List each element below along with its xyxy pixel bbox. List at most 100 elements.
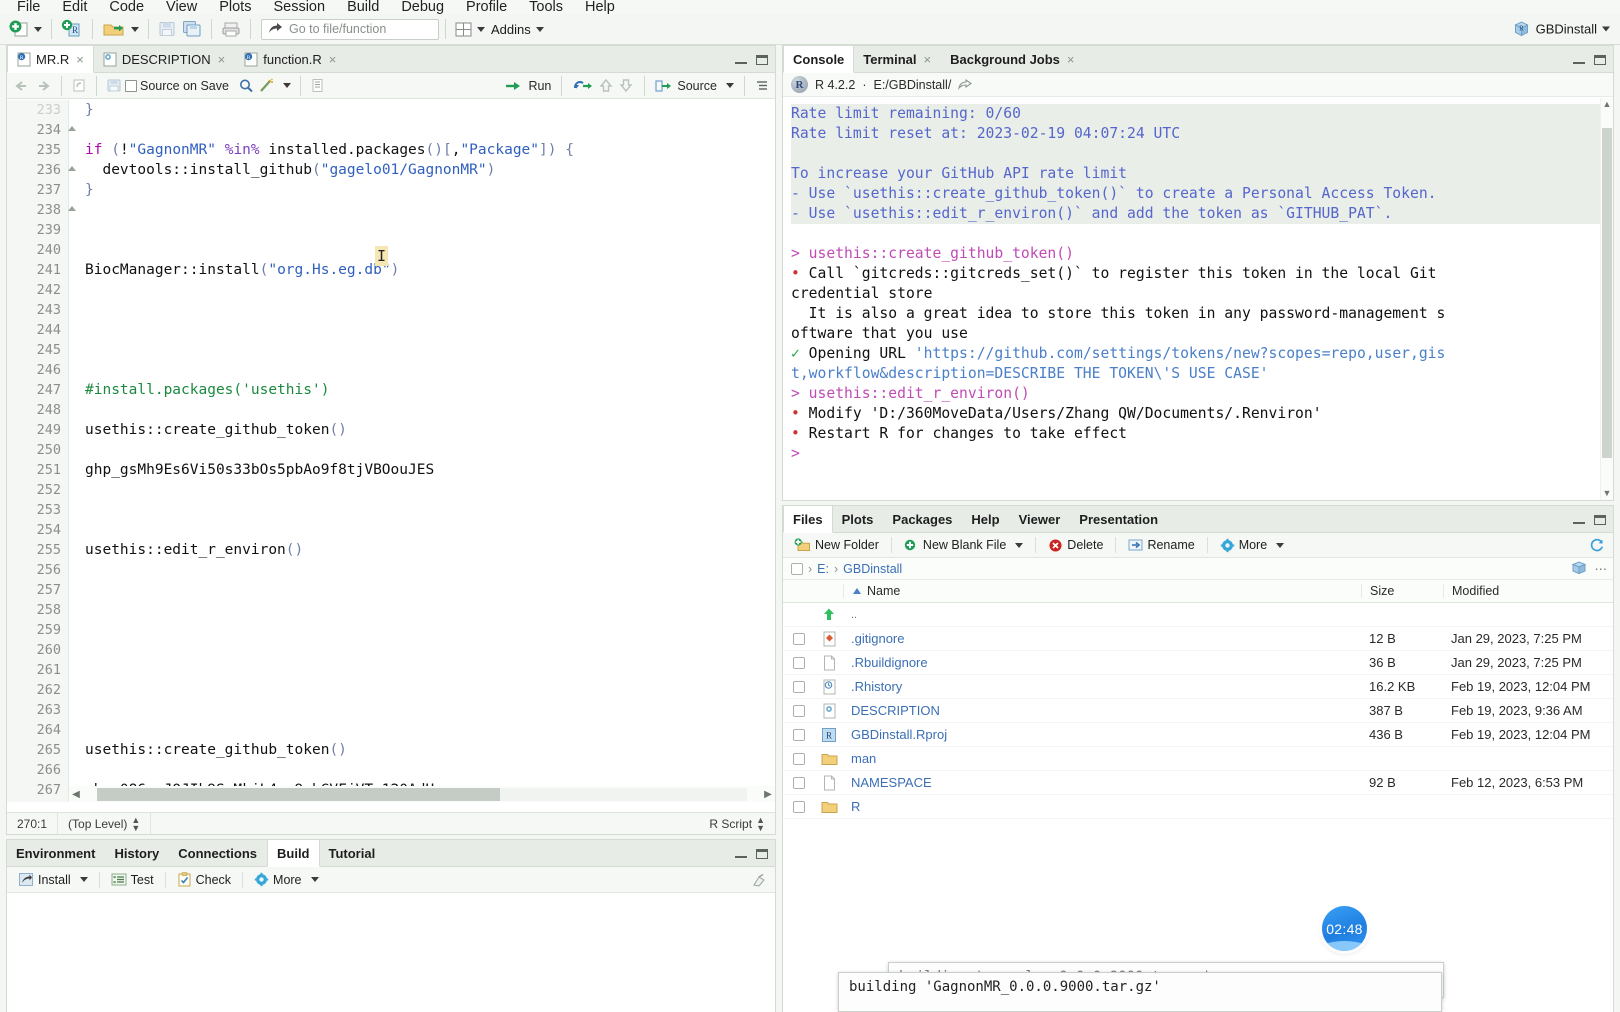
tab-close-icon[interactable]: × — [218, 52, 226, 67]
minimize-pane-button[interactable] — [734, 848, 748, 860]
rename-button[interactable]: Rename — [1123, 538, 1199, 552]
table-row[interactable]: man — [783, 747, 1613, 771]
file-name[interactable]: .Rhistory — [843, 679, 1361, 694]
addins-caret-icon[interactable] — [535, 26, 544, 32]
addins-button[interactable]: Addins — [488, 17, 547, 41]
code-line[interactable] — [85, 200, 775, 220]
row-checkbox[interactable] — [793, 752, 805, 765]
new-file-caret-icon[interactable] — [34, 26, 42, 32]
table-row[interactable]: .. — [783, 603, 1613, 627]
project-indicator[interactable]: R GBDinstall — [1513, 21, 1610, 38]
row-checkbox[interactable] — [793, 776, 805, 789]
tab-function-r[interactable]: R function.R × — [235, 46, 346, 72]
previous-chunk-icon[interactable] — [598, 78, 614, 93]
source-caret-icon[interactable] — [726, 83, 734, 88]
console-scroll-thumb[interactable] — [1602, 128, 1612, 458]
file-name[interactable]: .. — [843, 609, 1361, 621]
tab-plots[interactable]: Plots — [833, 506, 884, 532]
scroll-left-icon[interactable]: ◀ — [69, 789, 83, 800]
code-line[interactable] — [85, 680, 775, 700]
new-blank-file-button[interactable]: New Blank File — [899, 538, 1028, 553]
menu-item-profile[interactable]: Profile — [455, 0, 518, 14]
code-line[interactable] — [85, 580, 775, 600]
maximize-pane-button[interactable] — [755, 848, 769, 860]
row-checkbox[interactable] — [793, 656, 805, 669]
save-button[interactable] — [155, 17, 179, 41]
code-line[interactable] — [85, 640, 775, 660]
install-caret-icon[interactable] — [79, 877, 88, 882]
code-line[interactable]: #install.packages('usethis') — [85, 380, 775, 400]
code-line[interactable]: ghp_gsMh9Es6Vi50s33bOs5pbAo9f8tjVBOouJES — [85, 460, 775, 480]
code-line[interactable] — [85, 360, 775, 380]
minimize-pane-button[interactable] — [1572, 514, 1586, 526]
tab-tutorial[interactable]: Tutorial — [320, 840, 386, 866]
file-name[interactable]: GBDinstall.Rproj — [843, 727, 1361, 742]
code-line[interactable] — [85, 400, 775, 420]
install-button[interactable]: Install — [13, 872, 93, 887]
breadcrumb-folder[interactable]: GBDinstall — [843, 562, 902, 576]
code-line[interactable] — [85, 320, 775, 340]
tab-mr-r[interactable]: R MR.R × — [7, 46, 94, 73]
menu-item-help[interactable]: Help — [574, 0, 626, 14]
back-icon[interactable] — [13, 79, 31, 93]
row-checkbox[interactable] — [793, 800, 805, 813]
open-file-caret-icon[interactable] — [131, 26, 139, 32]
tab-help[interactable]: Help — [962, 506, 1009, 532]
more-build-button[interactable]: More — [249, 872, 323, 887]
build-output[interactable] — [7, 894, 775, 1012]
run-button-label[interactable]: Run — [528, 79, 551, 93]
menu-item-session[interactable]: Session — [262, 0, 336, 14]
code-line[interactable]: usethis::create_github_token() — [85, 740, 775, 760]
tab-terminal[interactable]: Terminal × — [854, 46, 941, 72]
minimize-pane-button[interactable] — [734, 54, 748, 66]
menu-item-build[interactable]: Build — [336, 0, 390, 14]
tab-presentation[interactable]: Presentation — [1070, 506, 1168, 532]
new-project-button[interactable]: R — [58, 17, 86, 41]
search-icon[interactable] — [238, 78, 255, 94]
new-blank-file-caret-icon[interactable] — [1015, 542, 1024, 548]
more-options-icon[interactable]: ⋯ — [1595, 561, 1608, 576]
check-button[interactable]: Check — [172, 872, 236, 887]
code-tools-icon[interactable] — [258, 77, 275, 94]
code-line[interactable] — [85, 240, 775, 260]
file-name[interactable]: R — [843, 799, 1361, 814]
column-header-name[interactable]: Name — [843, 584, 1361, 598]
print-button[interactable] — [218, 17, 244, 41]
code-tools-caret-icon[interactable] — [282, 83, 291, 88]
tab-close-icon[interactable]: × — [329, 52, 337, 67]
refresh-icon[interactable] — [1589, 537, 1605, 553]
code-line[interactable] — [85, 760, 775, 780]
code-line[interactable] — [85, 600, 775, 620]
menu-item-code[interactable]: Code — [98, 0, 155, 14]
select-all-checkbox[interactable] — [791, 562, 803, 575]
table-row[interactable]: .Rbuildignore 36 B Jan 29, 2023, 7:25 PM — [783, 651, 1613, 675]
row-checkbox[interactable] — [793, 704, 805, 717]
console-scroll-up-icon[interactable]: ▲ — [1601, 98, 1613, 111]
code-line[interactable]: if (!"GagnonMR" %in% installed.packages(… — [85, 140, 775, 160]
compile-report-icon[interactable] — [310, 78, 325, 93]
console-output[interactable]: Rate limit remaining: 0/60 Rate limit res… — [783, 98, 1613, 500]
scroll-right-icon[interactable]: ▶ — [761, 789, 775, 800]
menu-item-debug[interactable]: Debug — [390, 0, 455, 14]
code-line[interactable] — [85, 440, 775, 460]
table-row[interactable]: R — [783, 795, 1613, 819]
menu-item-tools[interactable]: Tools — [518, 0, 574, 14]
maximize-pane-button[interactable] — [1593, 54, 1607, 66]
new-file-button[interactable] — [6, 17, 45, 41]
source-on-save-checkbox[interactable] — [125, 79, 137, 92]
project-caret-icon[interactable] — [1602, 26, 1610, 32]
scope-selector[interactable]: (Top Level) ▲ ▼ — [58, 813, 152, 834]
tab-close-icon[interactable]: × — [1067, 52, 1075, 67]
table-row[interactable]: DESCRIPTION 387 B Feb 19, 2023, 9:36 AM — [783, 699, 1613, 723]
code-line[interactable] — [85, 720, 775, 740]
menu-item-plots[interactable]: Plots — [208, 0, 262, 14]
menu-item-edit[interactable]: Edit — [51, 0, 98, 14]
table-row[interactable]: .Rhistory 16.2 KB Feb 19, 2023, 12:04 PM — [783, 675, 1613, 699]
clear-console-icon[interactable] — [751, 873, 767, 888]
code-line[interactable] — [85, 120, 775, 140]
open-file-button[interactable] — [99, 17, 142, 41]
tab-description[interactable]: DESCRIPTION × — [94, 46, 235, 72]
scroll-track[interactable] — [97, 787, 747, 801]
new-folder-button[interactable]: New Folder — [789, 537, 884, 553]
tab-packages[interactable]: Packages — [883, 506, 962, 532]
